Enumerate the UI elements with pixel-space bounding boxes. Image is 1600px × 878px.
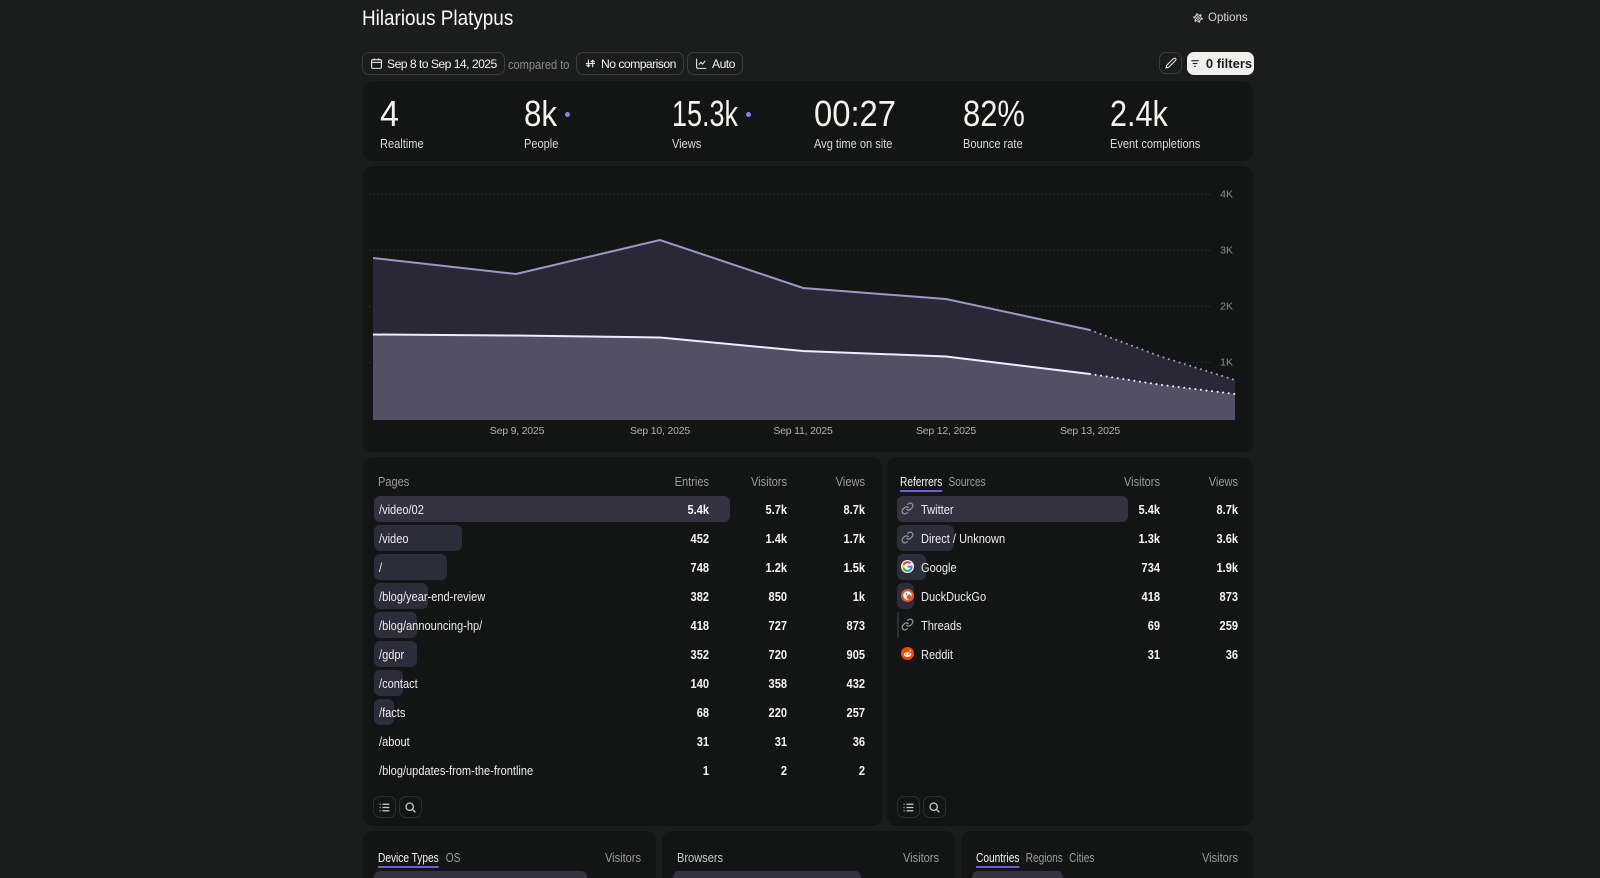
svg-text:Sep 11, 2025: Sep 11, 2025	[773, 425, 833, 437]
svg-text:Sep 13, 2025: Sep 13, 2025	[1060, 425, 1120, 437]
svg-text:Sep 9, 2025: Sep 9, 2025	[490, 425, 545, 437]
svg-text:Sep 10, 2025: Sep 10, 2025	[630, 425, 690, 437]
svg-text:Sep 12, 2025: Sep 12, 2025	[916, 425, 976, 437]
svg-text:4K: 4K	[1220, 189, 1233, 201]
svg-text:2K: 2K	[1220, 301, 1233, 313]
svg-text:1K: 1K	[1220, 357, 1233, 369]
svg-text:3K: 3K	[1220, 245, 1233, 257]
